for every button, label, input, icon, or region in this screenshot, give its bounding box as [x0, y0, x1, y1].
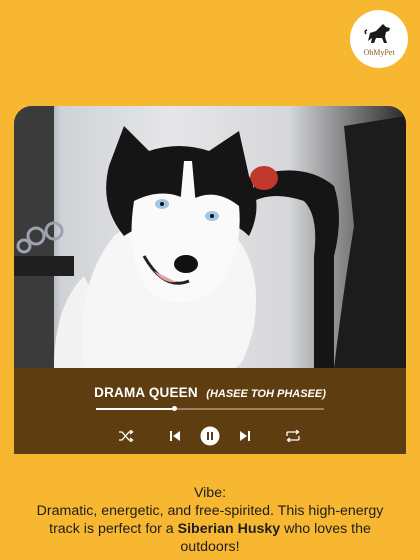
next-icon	[240, 431, 250, 441]
vibe-breed: Siberian Husky	[177, 521, 281, 537]
dog-logo-icon	[364, 24, 390, 43]
pause-button[interactable]	[199, 425, 221, 447]
progress-fill	[96, 408, 174, 410]
shuffle-icon	[119, 430, 134, 442]
playback-controls	[14, 425, 406, 447]
progress-bar[interactable]	[96, 406, 324, 411]
husky-photo	[14, 106, 406, 368]
husky-image	[14, 106, 406, 368]
shuffle-button[interactable]	[115, 425, 137, 447]
vibe-heading: Vibe:	[193, 485, 227, 501]
repeat-button[interactable]	[282, 425, 304, 447]
brand-name: OhMyPet	[363, 48, 395, 57]
vibe-description: Dramatic, energetic, and free-spirited. …	[20, 502, 400, 556]
vibe-caption: Vibe: Dramatic, energetic, and free-spir…	[20, 484, 400, 556]
music-player-card: DRAMA QUEEN (HASEE TOH PHASEE)	[14, 106, 406, 454]
pause-icon	[200, 426, 220, 446]
song-title: DRAMA QUEEN	[94, 385, 198, 400]
song-info: DRAMA QUEEN (HASEE TOH PHASEE)	[14, 384, 406, 402]
progress-knob[interactable]	[171, 406, 177, 411]
next-button[interactable]	[234, 425, 256, 447]
previous-icon	[170, 431, 180, 441]
brand-logo: OhMyPet	[350, 10, 408, 68]
song-subtitle: (HASEE TOH PHASEE)	[206, 388, 326, 400]
repeat-icon	[286, 430, 300, 442]
player-bar: DRAMA QUEEN (HASEE TOH PHASEE)	[14, 368, 406, 454]
previous-button[interactable]	[164, 425, 186, 447]
